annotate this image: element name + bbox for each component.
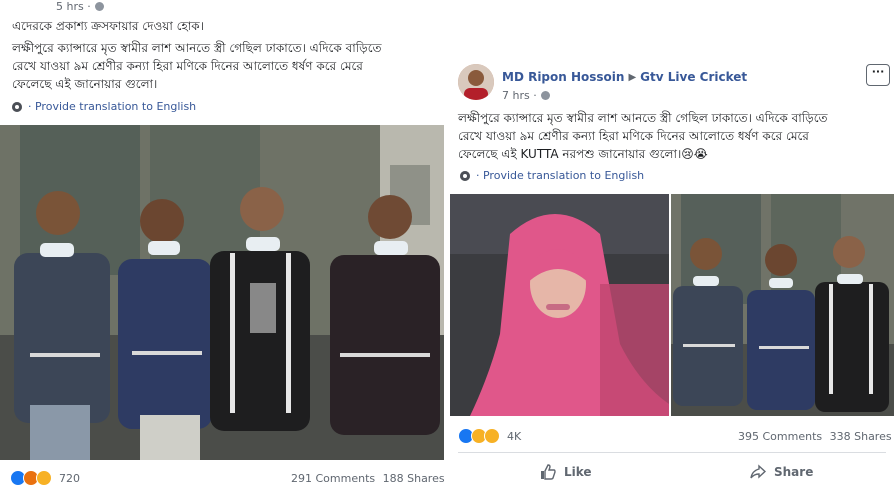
divider (458, 452, 886, 453)
share-button[interactable]: Share (750, 464, 813, 480)
left-post-text-line: এদেরকে প্রকাশ্য ক্রসফায়ার দেওয়া হোক। (12, 19, 204, 33)
share-label[interactable]: Share (774, 465, 813, 479)
left-counts: 291 Comments 188 Shares (291, 472, 445, 485)
right-post-text-line: লক্ষীপুরে ক্যান্সারে মৃত স্বামীর লাশ আনত… (458, 111, 828, 125)
like-button[interactable]: Like (540, 464, 592, 480)
right-translate-link[interactable]: · Provide translation to English (460, 169, 644, 182)
left-shares-count[interactable]: 188 Shares (383, 472, 445, 485)
left-post-text-line: রেখে যাওয়া ৯ম শ্রেণীর কন্যা হিরা মণিকে … (12, 59, 363, 73)
left-post-text-line: ফেলেছে এই জানোয়ার গুলো। (12, 77, 158, 91)
right-post-text-line: রেখে যাওয়া ৯ম শ্রেণীর কন্যা হিরা মণিকে … (458, 129, 809, 143)
right-post-photo-girl[interactable] (450, 194, 669, 416)
right-counts: 395 Comments 338 Shares (738, 430, 892, 443)
left-translate-text[interactable]: · Provide translation to English (28, 100, 196, 113)
sad-reaction-icon (36, 470, 52, 486)
left-translate-link[interactable]: · Provide translation to English (12, 100, 196, 113)
left-post-text-line: লক্ষীপুরে ক্যান্সারে মৃত স্বামীর লাশ আনত… (12, 41, 382, 55)
left-reactions[interactable]: 720 (10, 470, 80, 486)
right-post-header: MD Ripon Hossoin ▶ Gtv Live Cricket (502, 70, 747, 84)
right-post-text-line: ফেলেছে এই KUTTA নরপশু জানোয়ার গুলো।😢😭 (458, 147, 708, 161)
left-post-timestamp[interactable]: 5 hrs · (56, 0, 104, 13)
avatar[interactable] (458, 64, 494, 100)
right-shares-count[interactable]: 338 Shares (830, 430, 892, 443)
left-post-text: এদেরকে প্রকাশ্য ক্রসফায়ার দেওয়া হোক। ল… (12, 17, 442, 93)
gear-icon (460, 170, 470, 181)
thumbs-up-icon (541, 464, 556, 480)
share-arrow-icon (750, 464, 766, 479)
gear-icon (12, 101, 22, 112)
right-post-text: লক্ষীপুরে ক্যান্সারে মৃত স্বামীর লাশ আনত… (458, 109, 888, 163)
left-post-time-text[interactable]: 5 hrs · (56, 0, 91, 13)
more-dots-icon: ··· (871, 65, 885, 78)
right-post: MD Ripon Hossoin ▶ Gtv Live Cricket 7 hr… (450, 56, 894, 500)
page-name-link[interactable]: Gtv Live Cricket (640, 70, 747, 84)
left-comments-count[interactable]: 291 Comments (291, 472, 375, 485)
right-post-time-text[interactable]: 7 hrs · (502, 89, 537, 102)
right-translate-text[interactable]: · Provide translation to English (476, 169, 644, 182)
left-post-photo[interactable] (0, 125, 444, 460)
avatar-image (458, 64, 494, 100)
group-photo-image (0, 125, 444, 460)
group-photo-image (671, 194, 894, 416)
globe-icon (540, 91, 550, 100)
globe-icon (94, 2, 104, 11)
author-name-link[interactable]: MD Ripon Hossoin (502, 70, 624, 84)
right-reaction-count[interactable]: 4K (507, 430, 521, 443)
arrow-icon: ▶ (628, 71, 637, 83)
girl-photo-image (450, 194, 669, 416)
like-label[interactable]: Like (564, 465, 592, 479)
crying-reaction-icon (484, 428, 500, 444)
right-post-timestamp[interactable]: 7 hrs · (502, 89, 550, 102)
right-post-photo-group[interactable] (671, 194, 894, 416)
left-post: 5 hrs · এদেরকে প্রকাশ্য ক্রসফায়ার দেওয়… (0, 0, 447, 500)
more-options-button[interactable]: ··· (866, 64, 890, 86)
left-reaction-count[interactable]: 720 (59, 472, 80, 485)
right-reactions[interactable]: 4K (458, 428, 521, 444)
right-comments-count[interactable]: 395 Comments (738, 430, 822, 443)
